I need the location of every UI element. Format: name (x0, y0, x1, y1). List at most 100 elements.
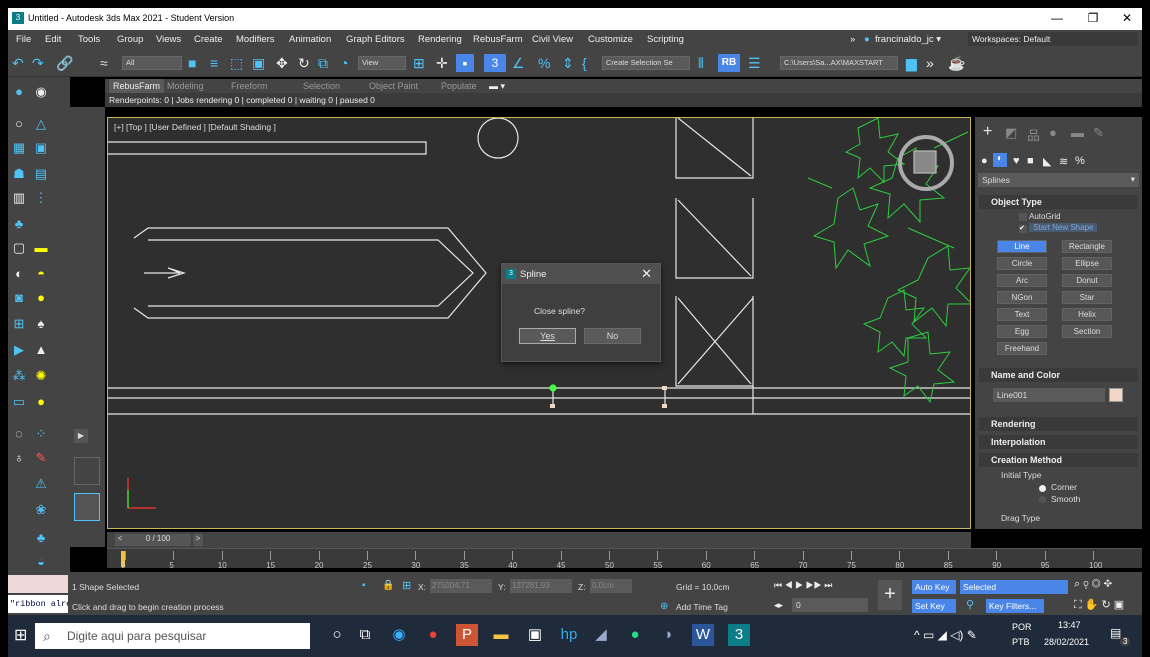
sliders-icon[interactable]: ⋮ (32, 189, 50, 207)
tab-object-paint[interactable]: Object Paint (369, 81, 418, 91)
no-button[interactable]: No (584, 328, 641, 344)
hp-icon[interactable]: hp (558, 624, 580, 646)
category-dropdown[interactable]: Splines ▾ (978, 173, 1139, 187)
light-bulb-icon[interactable]: ● (10, 83, 28, 101)
store-icon[interactable]: ▣ (524, 624, 546, 646)
star-button[interactable]: Star (1062, 291, 1112, 304)
lang-bottom[interactable]: PTB (1012, 637, 1030, 647)
menu-tools[interactable]: Tools (78, 34, 100, 45)
modify-tab-icon[interactable]: ◩ (1005, 125, 1017, 141)
flower-icon[interactable]: ❀ (32, 501, 50, 519)
select-object-icon[interactable]: ■ (188, 54, 196, 72)
tab-freeform[interactable]: Freeform (231, 81, 268, 91)
object-type-header[interactable]: Object Type (979, 195, 1138, 209)
menu-edit[interactable]: Edit (45, 34, 61, 45)
render-icon[interactable]: ☕ (948, 54, 965, 72)
current-frame-field[interactable]: 0 (792, 598, 868, 612)
menu-civil-view[interactable]: Civil View (532, 34, 573, 45)
cortana-icon[interactable]: ○ (326, 624, 348, 646)
layer-icon[interactable]: ☰ (748, 54, 761, 72)
paint-icon[interactable]: ✎ (32, 449, 50, 467)
y-coordinate-field[interactable]: 127281,93 (510, 579, 572, 593)
bulb-icon[interactable]: ♁ (10, 449, 28, 467)
menu-animation[interactable]: Animation (289, 34, 331, 45)
select-by-name-icon[interactable]: ≡ (210, 54, 218, 72)
redo-icon[interactable]: ↷ (32, 54, 44, 72)
edge-icon[interactable]: ◉ (388, 624, 410, 646)
mirror-icon[interactable]: ⫴ (698, 54, 704, 72)
pivot-icon[interactable]: ⊞ (413, 54, 425, 72)
text-button[interactable]: Text (997, 308, 1047, 321)
orbit-icon[interactable]: ⛶ ✋ ↻ ▣ (1074, 598, 1124, 612)
window-icon[interactable]: ◙ (10, 289, 28, 307)
close-button[interactable]: ✕ (1120, 11, 1134, 25)
selection-filter-dropdown[interactable]: All (122, 56, 182, 70)
media-icon[interactable]: ▶ (10, 341, 28, 359)
3dsmax-taskbar-icon[interactable]: 3 (728, 624, 750, 646)
menu-create[interactable]: Create (194, 34, 223, 45)
time-slider-thumb[interactable]: 0 / 100 (125, 534, 191, 546)
isolate-icon[interactable]: ▪ (362, 580, 366, 591)
display-tab-icon[interactable]: ▬ (1071, 125, 1084, 140)
auto-key-button[interactable]: Auto Key (912, 580, 956, 594)
freehand-button[interactable]: Freehand (997, 342, 1047, 355)
time-next-button[interactable]: > (193, 534, 203, 546)
toolbar-overflow-icon[interactable]: » (926, 54, 934, 72)
placement-icon[interactable]: ◔ (340, 54, 348, 72)
name-color-header[interactable]: Name and Color (979, 368, 1138, 382)
line-button[interactable]: Line (997, 240, 1047, 253)
yellow-sphere-icon[interactable]: ● (32, 289, 50, 307)
corner-radio[interactable] (1039, 485, 1046, 492)
autogrid-checkbox[interactable] (1019, 213, 1027, 221)
yellow-ball-icon[interactable]: ● (32, 393, 50, 411)
box-icon[interactable]: ▢ (10, 239, 28, 257)
add-time-tag[interactable]: Add Time Tag (676, 602, 728, 612)
z-coordinate-field[interactable]: 0,0cm (590, 579, 632, 593)
menu-graph-editors[interactable]: Graph Editors (346, 34, 405, 45)
shapes-icon[interactable]: ◐ (993, 153, 1007, 167)
new-key-button[interactable]: + (878, 580, 902, 610)
restore-button[interactable]: ❐ (1086, 11, 1100, 25)
ribbon-options-icon[interactable]: ▬ ▾ (489, 81, 505, 92)
expand-arrow-icon[interactable]: ▶ (74, 429, 88, 443)
eye-icon[interactable]: ◉ (32, 83, 50, 101)
spinner-snap-icon[interactable]: ⇕ (562, 54, 574, 72)
section-button[interactable]: Section (1062, 325, 1112, 338)
utilities-tab-icon[interactable]: ✎ (1093, 125, 1104, 141)
task-view-icon[interactable]: ⧉ (354, 624, 376, 646)
layout-panel[interactable] (74, 457, 100, 485)
menu-group[interactable]: Group (117, 34, 143, 45)
geometry-icon[interactable]: ● (981, 155, 988, 167)
helpers-icon[interactable]: ◣ (1043, 155, 1051, 168)
menu-scripting[interactable]: Scripting (647, 34, 684, 45)
grid-icon[interactable]: ⊞ (10, 315, 28, 333)
cone-icon[interactable]: ▲ (32, 341, 50, 359)
ellipse-button[interactable]: Ellipse (1062, 257, 1112, 270)
motion-tab-icon[interactable]: ● (1049, 125, 1057, 140)
create-tab-icon[interactable]: + (983, 123, 992, 141)
windows-start-icon[interactable]: ⊞ (14, 625, 27, 645)
structure-icon[interactable]: ⚠ (32, 475, 50, 493)
dome-icon[interactable]: ◓ (32, 265, 50, 283)
link-icon[interactable]: 🔗 (56, 54, 73, 72)
start-new-shape-checkbox[interactable]: ✔ (1019, 225, 1027, 233)
yellow-box-icon[interactable]: ▬ (32, 239, 50, 257)
project-icon[interactable]: ▆ (906, 54, 917, 72)
rotate-icon[interactable]: ↻ (298, 54, 310, 72)
rectangular-selection-icon[interactable]: ⬚ (230, 54, 243, 72)
rebusfarm-button[interactable]: RB (718, 54, 740, 72)
edit-named-selection-icon[interactable]: { (582, 54, 587, 72)
tree2-icon[interactable]: ♣ (32, 529, 50, 547)
file-explorer-icon[interactable]: ▬ (490, 624, 512, 646)
zoom-icon[interactable]: ⌕ ⚲ ◎ ✥ (1074, 578, 1112, 591)
sphere-icon[interactable]: ○ (10, 115, 28, 133)
key-set-dropdown[interactable]: Selected (960, 580, 1068, 594)
track-bar[interactable]: 0 5 10 15 20 25 30 35 40 45 50 55 60 65 70 75 80 85 90 95 10… (107, 548, 1142, 570)
minimize-button[interactable]: — (1050, 11, 1064, 25)
keyboard-shortcut-icon[interactable]: ▪ (456, 54, 474, 72)
group-icon[interactable]: ⁂ (10, 367, 28, 385)
tab-populate[interactable]: Populate (441, 81, 477, 91)
tab-modeling[interactable]: Modeling (167, 81, 204, 91)
hierarchy-tab-icon[interactable]: 品 (1027, 125, 1040, 144)
reference-coordinate-dropdown[interactable]: View (358, 56, 406, 70)
